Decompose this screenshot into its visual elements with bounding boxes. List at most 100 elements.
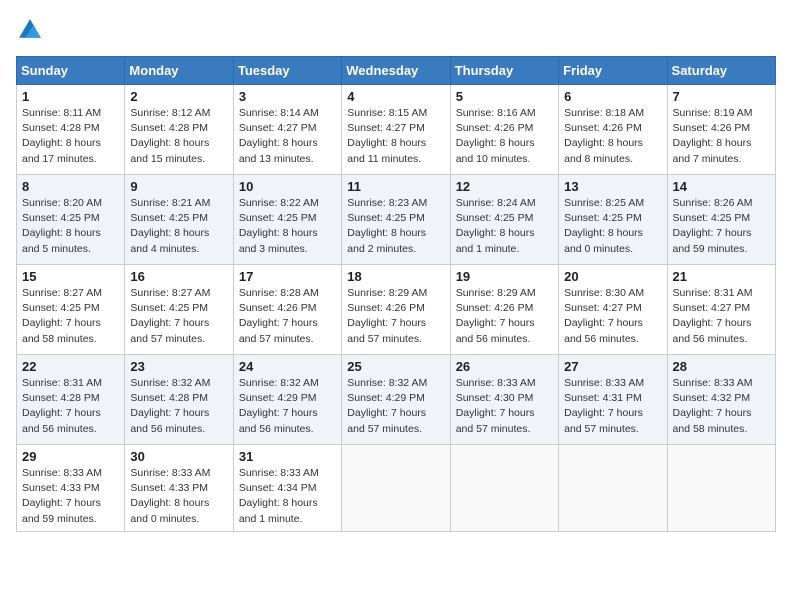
- weekday-header-row: SundayMondayTuesdayWednesdayThursdayFrid…: [17, 57, 776, 85]
- page-header: [16, 16, 776, 44]
- sunset-label: Sunset: 4:25 PM: [347, 212, 425, 224]
- day-info: Sunrise: 8:33 AM Sunset: 4:31 PM Dayligh…: [564, 376, 661, 437]
- calendar-cell: 25 Sunrise: 8:32 AM Sunset: 4:29 PM Dayl…: [342, 355, 450, 445]
- day-number: 6: [564, 89, 661, 104]
- daylight-label: Daylight: 7 hours and 56 minutes.: [564, 317, 643, 344]
- sunset-label: Sunset: 4:27 PM: [239, 122, 317, 134]
- day-info: Sunrise: 8:31 AM Sunset: 4:27 PM Dayligh…: [673, 286, 770, 347]
- calendar-cell: 13 Sunrise: 8:25 AM Sunset: 4:25 PM Dayl…: [559, 175, 667, 265]
- sunrise-label: Sunrise: 8:25 AM: [564, 197, 644, 209]
- day-number: 29: [22, 449, 119, 464]
- sunrise-label: Sunrise: 8:12 AM: [130, 107, 210, 119]
- sunrise-label: Sunrise: 8:33 AM: [130, 467, 210, 479]
- calendar-cell: 24 Sunrise: 8:32 AM Sunset: 4:29 PM Dayl…: [233, 355, 341, 445]
- day-info: Sunrise: 8:18 AM Sunset: 4:26 PM Dayligh…: [564, 106, 661, 167]
- calendar-cell: 21 Sunrise: 8:31 AM Sunset: 4:27 PM Dayl…: [667, 265, 775, 355]
- day-info: Sunrise: 8:32 AM Sunset: 4:29 PM Dayligh…: [239, 376, 336, 437]
- sunset-label: Sunset: 4:26 PM: [456, 302, 534, 314]
- calendar-week-row: 29 Sunrise: 8:33 AM Sunset: 4:33 PM Dayl…: [17, 445, 776, 532]
- sunset-label: Sunset: 4:25 PM: [564, 212, 642, 224]
- calendar-cell: 27 Sunrise: 8:33 AM Sunset: 4:31 PM Dayl…: [559, 355, 667, 445]
- calendar-cell: 30 Sunrise: 8:33 AM Sunset: 4:33 PM Dayl…: [125, 445, 233, 532]
- daylight-label: Daylight: 7 hours and 56 minutes.: [239, 407, 318, 434]
- logo-icon: [16, 16, 44, 44]
- sunrise-label: Sunrise: 8:33 AM: [456, 377, 536, 389]
- calendar-cell: 9 Sunrise: 8:21 AM Sunset: 4:25 PM Dayli…: [125, 175, 233, 265]
- sunset-label: Sunset: 4:28 PM: [22, 122, 100, 134]
- day-number: 30: [130, 449, 227, 464]
- calendar-cell: 29 Sunrise: 8:33 AM Sunset: 4:33 PM Dayl…: [17, 445, 125, 532]
- daylight-label: Daylight: 7 hours and 59 minutes.: [673, 227, 752, 254]
- sunset-label: Sunset: 4:26 PM: [239, 302, 317, 314]
- calendar-week-row: 15 Sunrise: 8:27 AM Sunset: 4:25 PM Dayl…: [17, 265, 776, 355]
- day-info: Sunrise: 8:22 AM Sunset: 4:25 PM Dayligh…: [239, 196, 336, 257]
- day-number: 12: [456, 179, 553, 194]
- weekday-header-thursday: Thursday: [450, 57, 558, 85]
- calendar-cell: 7 Sunrise: 8:19 AM Sunset: 4:26 PM Dayli…: [667, 85, 775, 175]
- sunset-label: Sunset: 4:31 PM: [564, 392, 642, 404]
- day-number: 3: [239, 89, 336, 104]
- sunrise-label: Sunrise: 8:20 AM: [22, 197, 102, 209]
- day-number: 4: [347, 89, 444, 104]
- sunrise-label: Sunrise: 8:23 AM: [347, 197, 427, 209]
- sunset-label: Sunset: 4:34 PM: [239, 482, 317, 494]
- daylight-label: Daylight: 8 hours and 3 minutes.: [239, 227, 318, 254]
- calendar-cell: 12 Sunrise: 8:24 AM Sunset: 4:25 PM Dayl…: [450, 175, 558, 265]
- sunset-label: Sunset: 4:28 PM: [130, 122, 208, 134]
- day-number: 23: [130, 359, 227, 374]
- daylight-label: Daylight: 8 hours and 10 minutes.: [456, 137, 535, 164]
- daylight-label: Daylight: 7 hours and 57 minutes.: [347, 407, 426, 434]
- day-info: Sunrise: 8:33 AM Sunset: 4:33 PM Dayligh…: [130, 466, 227, 527]
- day-number: 14: [673, 179, 770, 194]
- calendar-cell: [559, 445, 667, 532]
- day-number: 27: [564, 359, 661, 374]
- day-number: 20: [564, 269, 661, 284]
- calendar-cell: 2 Sunrise: 8:12 AM Sunset: 4:28 PM Dayli…: [125, 85, 233, 175]
- sunrise-label: Sunrise: 8:28 AM: [239, 287, 319, 299]
- calendar-cell: 6 Sunrise: 8:18 AM Sunset: 4:26 PM Dayli…: [559, 85, 667, 175]
- day-info: Sunrise: 8:14 AM Sunset: 4:27 PM Dayligh…: [239, 106, 336, 167]
- calendar-cell: 1 Sunrise: 8:11 AM Sunset: 4:28 PM Dayli…: [17, 85, 125, 175]
- calendar-cell: [450, 445, 558, 532]
- sunset-label: Sunset: 4:25 PM: [239, 212, 317, 224]
- day-number: 16: [130, 269, 227, 284]
- day-info: Sunrise: 8:20 AM Sunset: 4:25 PM Dayligh…: [22, 196, 119, 257]
- calendar-week-row: 22 Sunrise: 8:31 AM Sunset: 4:28 PM Dayl…: [17, 355, 776, 445]
- calendar-cell: 19 Sunrise: 8:29 AM Sunset: 4:26 PM Dayl…: [450, 265, 558, 355]
- calendar-cell: 17 Sunrise: 8:28 AM Sunset: 4:26 PM Dayl…: [233, 265, 341, 355]
- calendar-cell: 14 Sunrise: 8:26 AM Sunset: 4:25 PM Dayl…: [667, 175, 775, 265]
- sunrise-label: Sunrise: 8:27 AM: [22, 287, 102, 299]
- weekday-header-monday: Monday: [125, 57, 233, 85]
- day-number: 26: [456, 359, 553, 374]
- daylight-label: Daylight: 8 hours and 11 minutes.: [347, 137, 426, 164]
- day-number: 1: [22, 89, 119, 104]
- daylight-label: Daylight: 8 hours and 1 minute.: [239, 497, 318, 524]
- calendar-cell: [342, 445, 450, 532]
- sunrise-label: Sunrise: 8:27 AM: [130, 287, 210, 299]
- day-number: 28: [673, 359, 770, 374]
- sunrise-label: Sunrise: 8:15 AM: [347, 107, 427, 119]
- day-info: Sunrise: 8:32 AM Sunset: 4:28 PM Dayligh…: [130, 376, 227, 437]
- day-info: Sunrise: 8:27 AM Sunset: 4:25 PM Dayligh…: [130, 286, 227, 347]
- day-number: 21: [673, 269, 770, 284]
- sunset-label: Sunset: 4:25 PM: [130, 302, 208, 314]
- day-info: Sunrise: 8:33 AM Sunset: 4:30 PM Dayligh…: [456, 376, 553, 437]
- day-info: Sunrise: 8:11 AM Sunset: 4:28 PM Dayligh…: [22, 106, 119, 167]
- calendar-cell: 8 Sunrise: 8:20 AM Sunset: 4:25 PM Dayli…: [17, 175, 125, 265]
- day-number: 10: [239, 179, 336, 194]
- daylight-label: Daylight: 8 hours and 5 minutes.: [22, 227, 101, 254]
- daylight-label: Daylight: 7 hours and 57 minutes.: [456, 407, 535, 434]
- day-number: 8: [22, 179, 119, 194]
- daylight-label: Daylight: 7 hours and 57 minutes.: [130, 317, 209, 344]
- sunrise-label: Sunrise: 8:33 AM: [673, 377, 753, 389]
- calendar-cell: 4 Sunrise: 8:15 AM Sunset: 4:27 PM Dayli…: [342, 85, 450, 175]
- day-number: 17: [239, 269, 336, 284]
- calendar-cell: 23 Sunrise: 8:32 AM Sunset: 4:28 PM Dayl…: [125, 355, 233, 445]
- day-number: 11: [347, 179, 444, 194]
- day-number: 15: [22, 269, 119, 284]
- day-info: Sunrise: 8:33 AM Sunset: 4:33 PM Dayligh…: [22, 466, 119, 527]
- daylight-label: Daylight: 8 hours and 2 minutes.: [347, 227, 426, 254]
- calendar-cell: [667, 445, 775, 532]
- day-number: 24: [239, 359, 336, 374]
- day-info: Sunrise: 8:15 AM Sunset: 4:27 PM Dayligh…: [347, 106, 444, 167]
